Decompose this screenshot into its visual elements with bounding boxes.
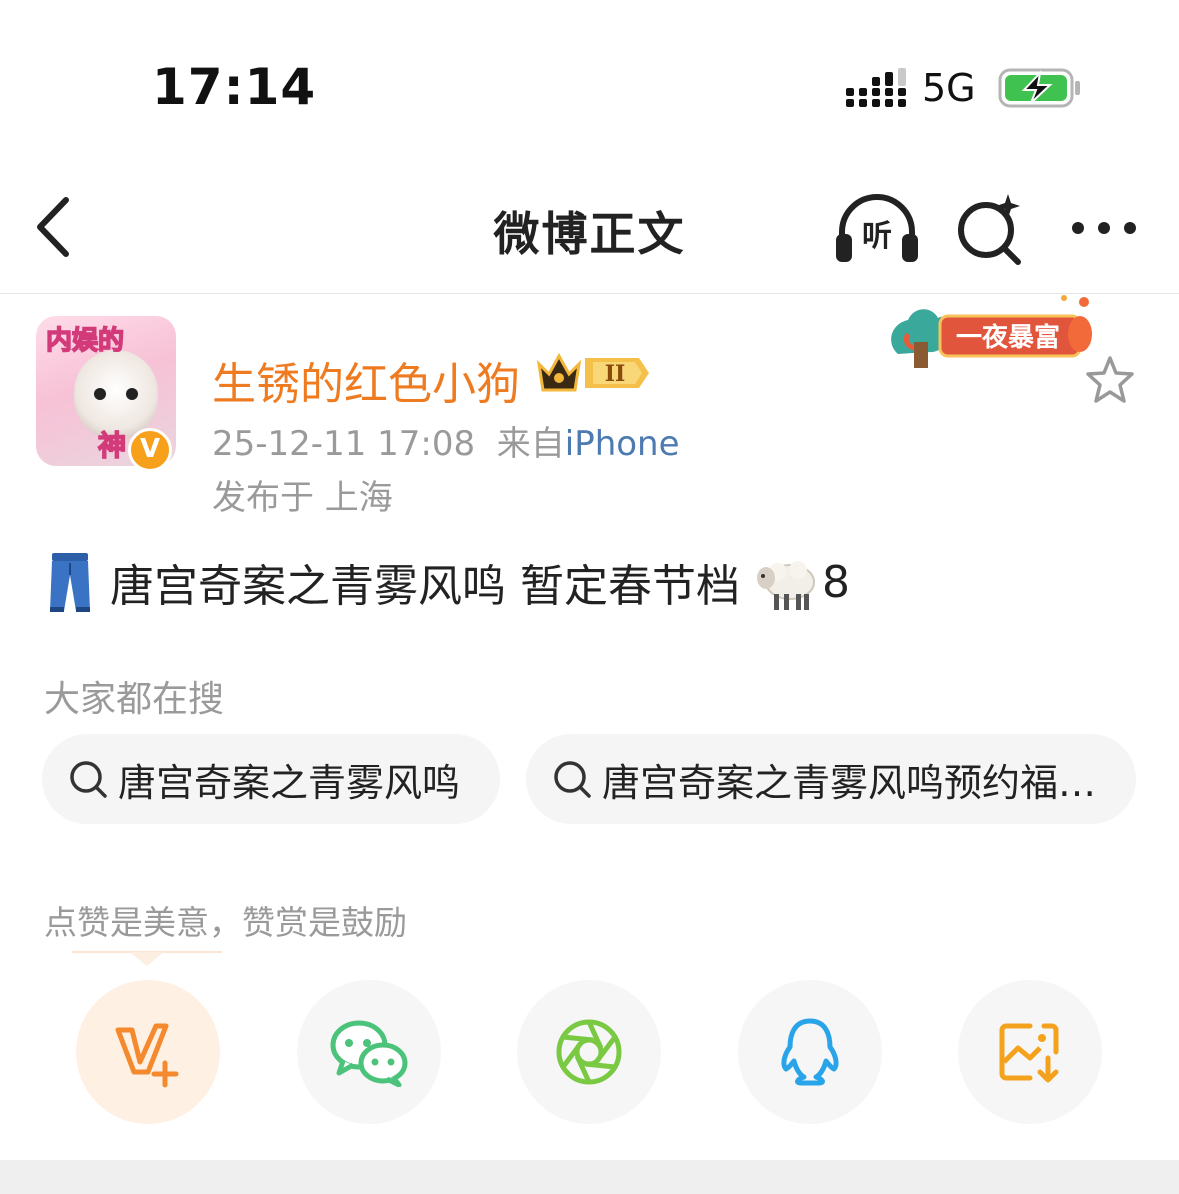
- avatar-eye-right: [126, 388, 138, 400]
- jeans-emoji-icon: [50, 553, 90, 612]
- nav-bar: 微博正文 听: [0, 160, 1179, 294]
- promo-banner-text: 一夜暴富: [956, 322, 1060, 353]
- cellular-signal-icon: [846, 68, 906, 107]
- tooltip-pointer-icon: [72, 951, 222, 966]
- source-prefix: 来自: [496, 424, 565, 464]
- bottom-divider: [0, 1160, 1179, 1194]
- trending-search-label: 唐宫奇案之青雾风鸣预约福…: [602, 760, 1097, 805]
- promo-banner[interactable]: 一夜暴富: [884, 294, 1098, 370]
- trending-search-heading: 大家都在搜: [44, 679, 225, 720]
- avatar-eye-left: [94, 388, 106, 400]
- network-type: 5G: [922, 66, 976, 110]
- post-text-suffix: 8: [822, 556, 850, 608]
- post-location: 发布于 上海: [212, 478, 393, 518]
- trending-search-label: 唐宫奇案之青雾风鸣: [118, 760, 461, 805]
- share-wechat-button[interactable]: [297, 980, 441, 1124]
- author-name[interactable]: 生锈的红色小狗: [212, 348, 520, 412]
- reward-tip: 点赞是美意，赞赏是鼓励: [44, 903, 407, 942]
- ai-search-icon[interactable]: [952, 190, 1028, 266]
- save-image-icon: [999, 1023, 1059, 1083]
- share-moments-button[interactable]: [517, 980, 661, 1124]
- trending-search-chip[interactable]: 唐宫奇案之青雾风鸣: [42, 734, 500, 824]
- post-text-body: 唐宫奇案之青雾风鸣 暂定春节档: [110, 561, 740, 612]
- search-icon: [70, 761, 107, 798]
- qq-icon: [781, 1018, 839, 1086]
- save-image-button[interactable]: [958, 980, 1102, 1124]
- listen-label: 听: [862, 219, 892, 254]
- avatar-sticker-text-bottom: 神: [97, 428, 127, 463]
- source-link[interactable]: iPhone: [565, 424, 680, 464]
- sheep-emoji-icon: [757, 561, 815, 610]
- post-meta: 25-12-11 17:08 来自iPhone: [212, 416, 680, 465]
- battery-charging-icon: [998, 68, 1080, 108]
- vip-level: II: [605, 361, 626, 387]
- favorite-star-icon[interactable]: [1084, 354, 1136, 406]
- vip-crown-badge-icon[interactable]: II: [535, 350, 653, 396]
- share-qq-button[interactable]: [738, 980, 882, 1124]
- post-timestamp: 25-12-11 17:08: [212, 424, 476, 464]
- reward-button[interactable]: [76, 980, 220, 1124]
- verified-badge-icon: V: [128, 428, 172, 472]
- reward-v-plus-icon: [115, 1023, 179, 1088]
- status-time: 17:14: [152, 58, 317, 116]
- moments-icon: [556, 1019, 622, 1085]
- trending-search-chip[interactable]: 唐宫奇案之青雾风鸣预约福…: [526, 734, 1136, 824]
- wechat-icon: [330, 1020, 408, 1087]
- search-icon: [554, 761, 591, 798]
- post-text: 唐宫奇案之青雾风鸣 暂定春节档 8: [46, 550, 850, 614]
- status-bar: 17:14 5G: [0, 0, 1179, 160]
- listen-icon[interactable]: 听: [832, 190, 922, 264]
- more-icon[interactable]: [1066, 190, 1146, 266]
- avatar-sticker-text-top: 内娱的: [45, 325, 125, 357]
